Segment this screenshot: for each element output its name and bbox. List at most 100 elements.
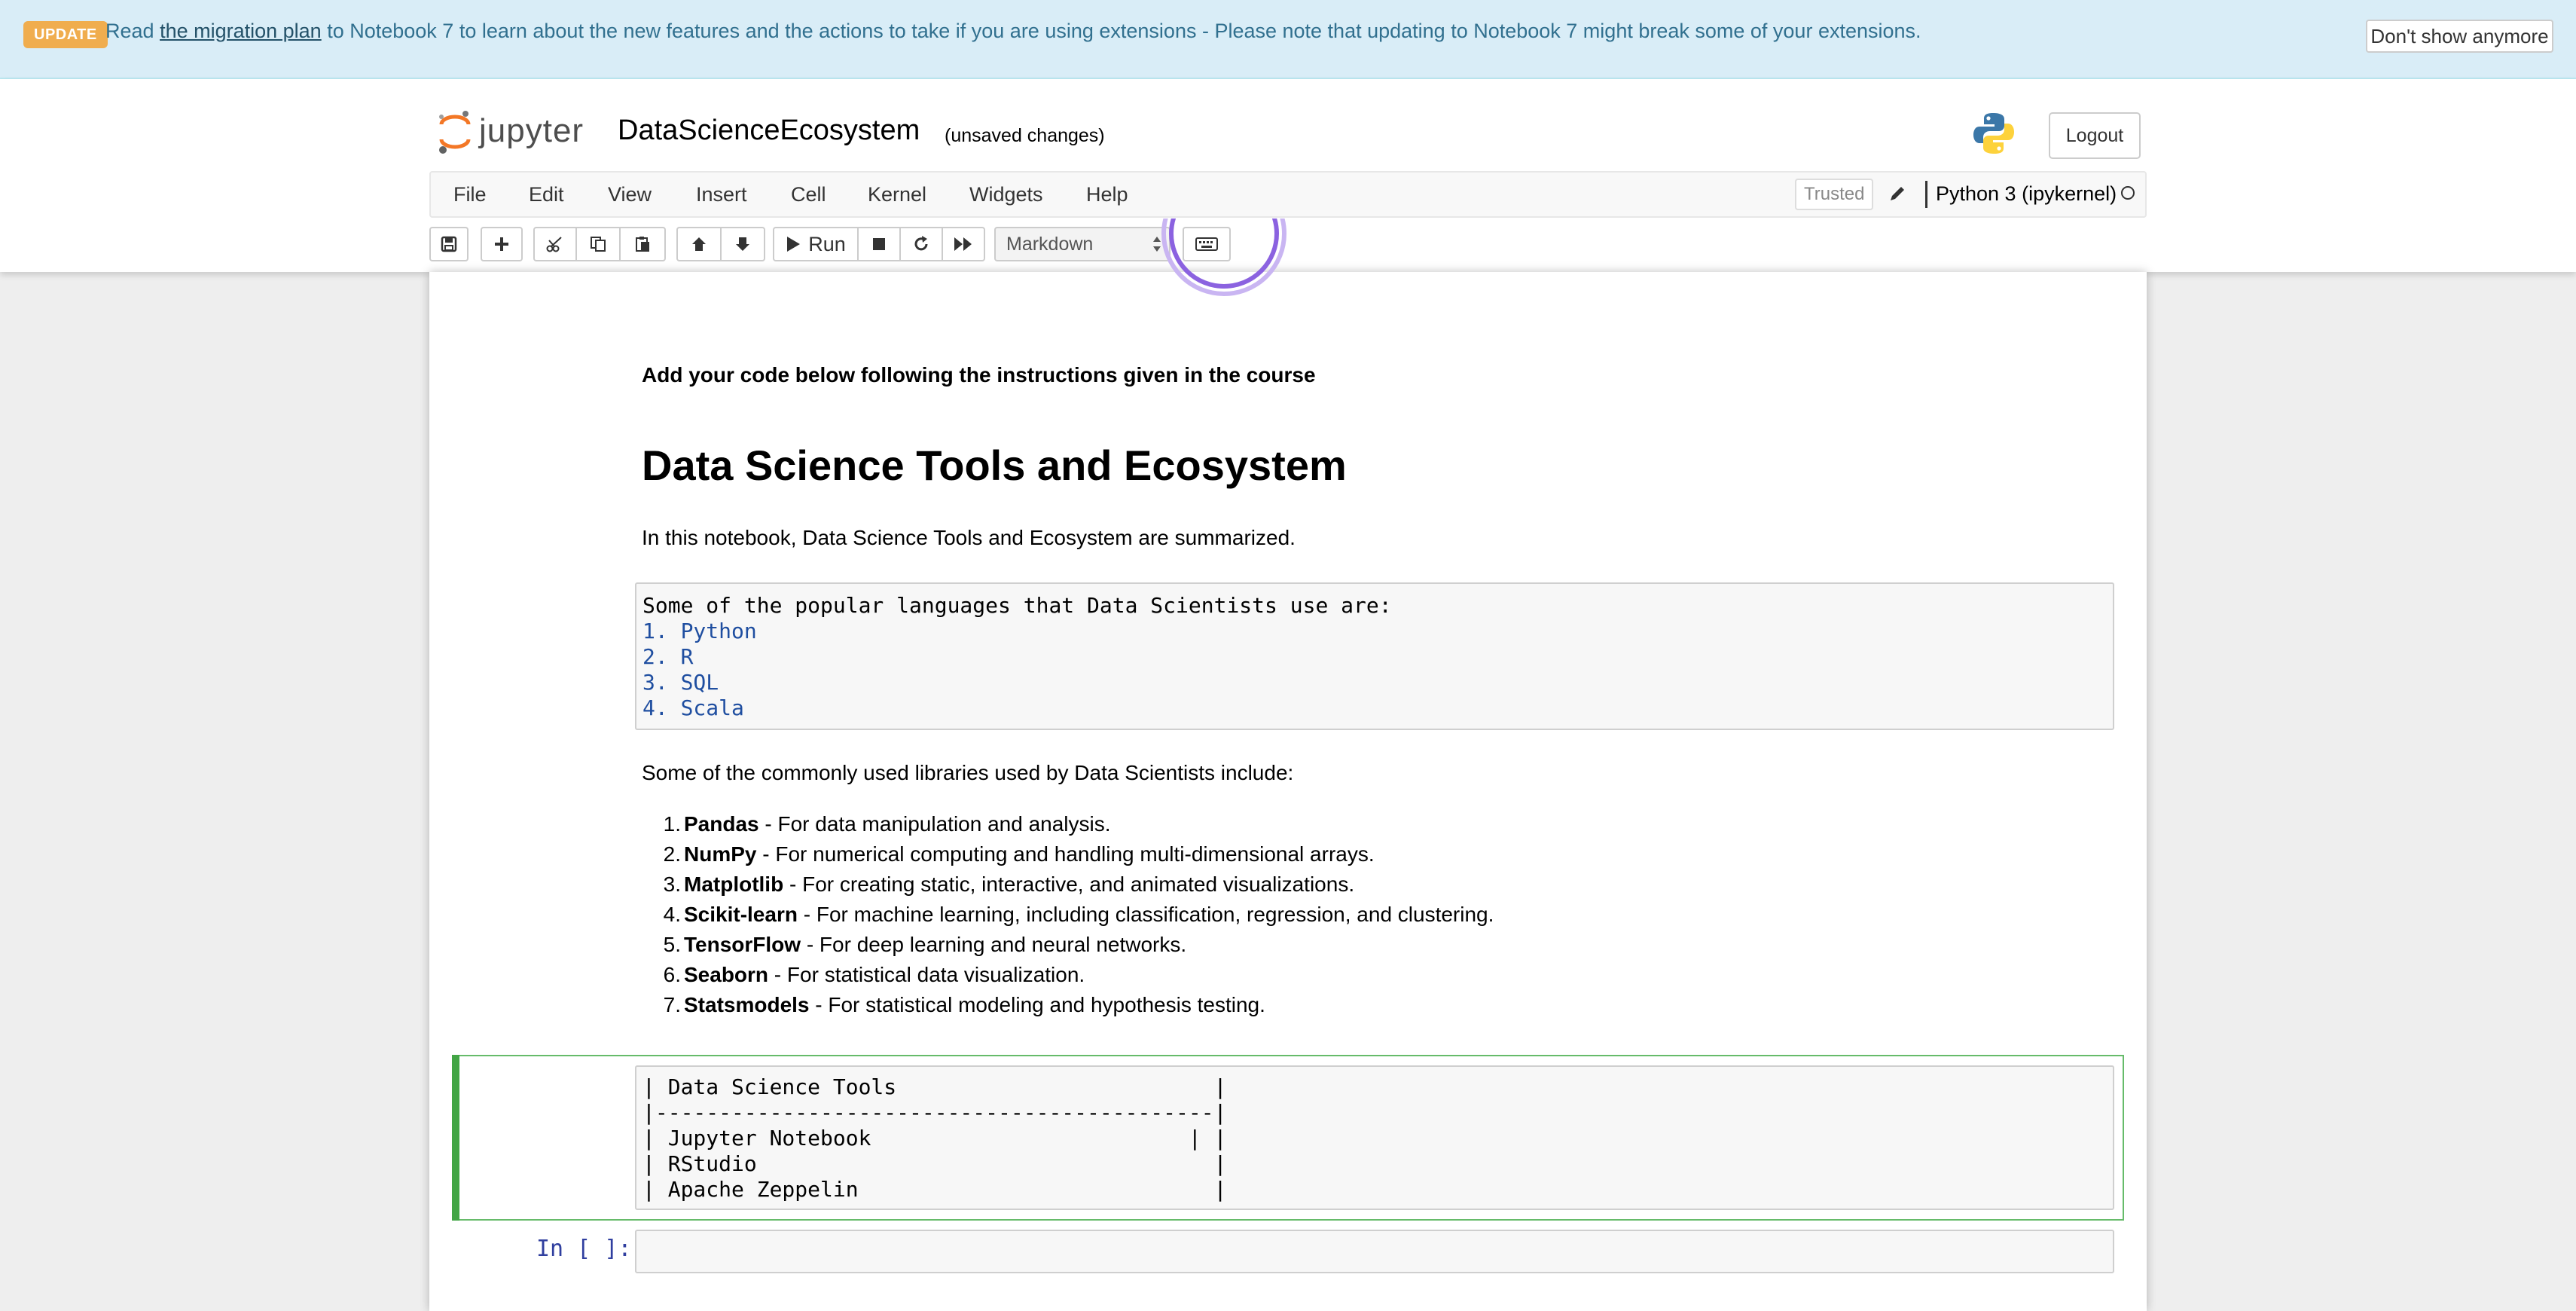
selected-cell-indicator xyxy=(452,1055,459,1221)
list-number: 7. xyxy=(663,993,681,1016)
update-badge: UPDATE xyxy=(23,21,108,48)
restart-kernel-button[interactable] xyxy=(899,227,943,261)
list-body: Statsmodels - For statistical modeling a… xyxy=(684,993,1265,1017)
cell-type-select[interactable]: Markdown xyxy=(994,227,1170,261)
tools-table-line: |---------------------------------------… xyxy=(642,1100,1227,1125)
insert-cell-button[interactable] xyxy=(481,227,523,261)
notebook-heading: Data Science Tools and Ecosystem xyxy=(642,442,1347,489)
list-body: TensorFlow - For deep learning and neura… xyxy=(684,933,1186,957)
kernel-name[interactable]: Python 3 (ipykernel) xyxy=(1936,182,2117,206)
library-name: Statsmodels xyxy=(684,993,810,1016)
move-up-button[interactable] xyxy=(676,227,722,261)
list-body: Scikit-learn - For machine learning, inc… xyxy=(684,903,1494,927)
intro-text: In this notebook, Data Science Tools and… xyxy=(642,526,1296,549)
plus-icon xyxy=(495,237,508,251)
menu-view[interactable]: View xyxy=(608,173,652,216)
restart-run-all-button[interactable] xyxy=(942,227,985,261)
instruction-text: Add your code below following the instru… xyxy=(642,363,1316,387)
menu-kernel[interactable]: Kernel xyxy=(868,173,926,216)
language-line: 4. Scala xyxy=(642,695,744,720)
library-desc: - For statistical data visualization. xyxy=(768,963,1085,986)
input-prompt: In [ ]: xyxy=(536,1236,632,1262)
language-line: 1. Python xyxy=(642,619,757,643)
list-number: 6. xyxy=(663,963,681,986)
library-name: Pandas xyxy=(684,812,759,836)
copy-button[interactable] xyxy=(575,227,621,261)
empty-code-cell-input[interactable] xyxy=(635,1230,2114,1273)
language-line: 3. SQL xyxy=(642,670,719,695)
list-body: Pandas - For data manipulation and analy… xyxy=(684,812,1111,836)
library-desc: - For statistical modeling and hypothesi… xyxy=(809,993,1265,1016)
list-number: 5. xyxy=(663,933,681,956)
move-down-button[interactable] xyxy=(720,227,765,261)
run-button[interactable]: Run xyxy=(773,227,859,261)
update-banner: UPDATE Read the migration plan to Notebo… xyxy=(0,0,2576,79)
banner-text-after: to Notebook 7 to learn about the new fea… xyxy=(321,20,1921,42)
menu-edit[interactable]: Edit xyxy=(529,173,564,216)
library-desc: - For data manipulation and analysis. xyxy=(758,812,1111,836)
tools-table-line: | RStudio | xyxy=(642,1151,1227,1176)
run-label: Run xyxy=(808,232,846,255)
banner-text-before: Read xyxy=(105,20,160,42)
jupyter-logo[interactable]: jupyter xyxy=(435,109,594,156)
list-body: Seaborn - For statistical data visualiza… xyxy=(684,963,1085,987)
paste-icon xyxy=(636,237,649,252)
library-name: TensorFlow xyxy=(684,933,801,956)
play-icon xyxy=(787,237,801,252)
list-number: 4. xyxy=(663,903,681,926)
arrow-up-icon xyxy=(692,237,706,251)
libraries-intro-text: Some of the commonly used libraries used… xyxy=(642,761,1294,784)
library-desc: - For machine learning, including classi… xyxy=(797,903,1494,926)
list-number: 2. xyxy=(663,842,681,866)
jupyter-logo-icon xyxy=(439,111,471,154)
tools-table-line: | Data Science Tools | xyxy=(642,1074,1227,1099)
list-number: 3. xyxy=(663,872,681,896)
list-body: NumPy - For numerical computing and hand… xyxy=(684,842,1375,866)
cut-button[interactable] xyxy=(533,227,577,261)
library-name: Scikit-learn xyxy=(684,903,798,926)
paste-button[interactable] xyxy=(619,227,666,261)
decorative-image-fragment xyxy=(1152,218,1296,301)
copy-icon xyxy=(591,237,606,252)
languages-markdown-cell[interactable]: Some of the popular languages that Data … xyxy=(635,582,2114,730)
list-number: 1. xyxy=(663,812,681,836)
tools-markdown-editor[interactable]: | Data Science Tools | |----------------… xyxy=(635,1065,2114,1210)
languages-intro-line: Some of the popular languages that Data … xyxy=(642,593,1392,618)
library-name: Seaborn xyxy=(684,963,769,986)
stop-icon xyxy=(873,238,885,250)
library-name: Matplotlib xyxy=(684,872,784,896)
library-desc: - For creating static, interactive, and … xyxy=(783,872,1355,896)
menu-cell[interactable]: Cell xyxy=(791,173,826,216)
python-logo-icon xyxy=(1972,112,2016,155)
restart-icon xyxy=(914,236,928,251)
library-desc: - For numerical computing and handling m… xyxy=(756,842,1375,866)
library-name: NumPy xyxy=(684,842,757,866)
menu-insert[interactable]: Insert xyxy=(696,173,747,216)
cell-type-value: Markdown xyxy=(1006,234,1094,255)
banner-message: Read the migration plan to Notebook 7 to… xyxy=(105,20,1921,43)
trusted-indicator[interactable]: Trusted xyxy=(1795,179,1874,210)
notebook-name[interactable]: DataScienceEcosystem xyxy=(618,115,920,147)
menu-widgets[interactable]: Widgets xyxy=(969,173,1043,216)
jupyter-logo-text: jupyter xyxy=(479,112,584,149)
fast-forward-icon xyxy=(954,237,972,251)
save-button[interactable] xyxy=(429,227,469,261)
tools-table-line: | Jupyter Notebook | | xyxy=(642,1126,1227,1151)
scissors-icon xyxy=(546,237,562,252)
save-icon xyxy=(441,236,457,252)
interrupt-kernel-button[interactable] xyxy=(857,227,901,261)
dont-show-anymore-button[interactable]: Don't show anymore xyxy=(2366,20,2553,53)
menu-file[interactable]: File xyxy=(453,173,487,216)
arrow-down-icon xyxy=(736,237,749,251)
library-desc: - For deep learning and neural networks. xyxy=(801,933,1187,956)
kernel-separator xyxy=(1925,181,1927,208)
menu-help[interactable]: Help xyxy=(1086,173,1128,216)
migration-plan-link[interactable]: the migration plan xyxy=(160,20,322,42)
list-body: Matplotlib - For creating static, intera… xyxy=(684,872,1354,897)
language-line: 2. R xyxy=(642,644,694,669)
tools-table-line: | Apache Zeppelin | xyxy=(642,1177,1227,1202)
autosave-status: (unsaved changes) xyxy=(945,125,1105,146)
edit-mode-pencil-icon xyxy=(1888,184,1907,203)
logout-button[interactable]: Logout xyxy=(2049,112,2141,159)
kernel-idle-icon xyxy=(2121,186,2135,200)
